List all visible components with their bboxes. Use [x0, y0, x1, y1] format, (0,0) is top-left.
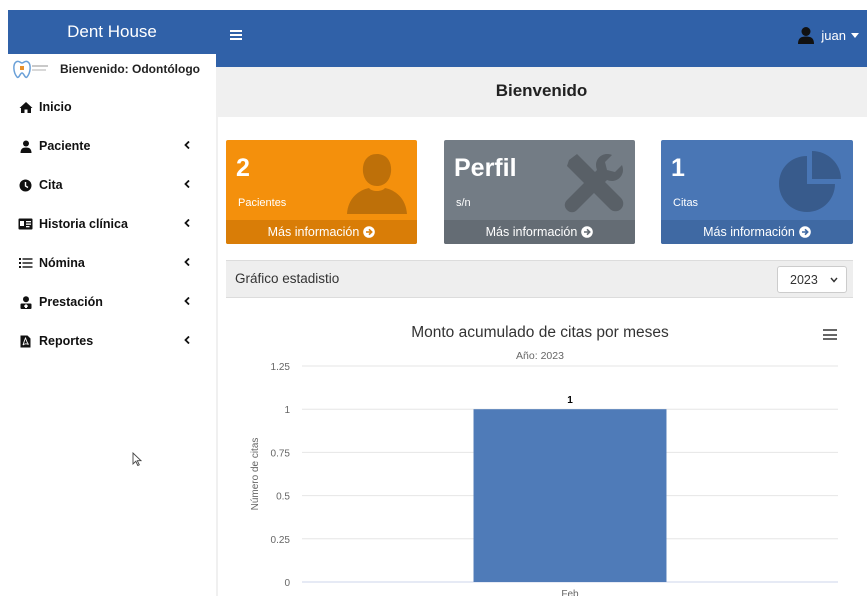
chevron-left-icon: [184, 141, 190, 149]
y-tick-label: 0: [284, 578, 290, 589]
graph-header-title: Gráfico estadistio: [235, 271, 340, 286]
user-name: juan: [821, 27, 846, 43]
box-number: 1: [671, 154, 685, 182]
bar-chart: Monto acumulado de citas por meses Año: 2…: [226, 307, 853, 596]
y-tick-label: 1.25: [271, 362, 291, 373]
home-icon: [18, 100, 33, 114]
y-axis-label: Número de citas: [250, 438, 261, 511]
user-icon: [347, 154, 407, 214]
tools-icon: [564, 154, 624, 213]
y-tick-label: 0.75: [271, 448, 291, 459]
chevron-down-icon: [830, 277, 838, 283]
chevron-left-icon: [184, 258, 190, 266]
chart-svg: Monto acumulado de citas por meses Año: 2…: [250, 324, 838, 596]
y-tick-label: 0.5: [276, 492, 290, 503]
bar-feb[interactable]: [473, 409, 667, 582]
chart-subtitle: Año: 2023: [516, 350, 564, 362]
caret-down-icon: [851, 32, 859, 38]
year-select[interactable]: 2023: [777, 266, 847, 293]
year-select-value: 2023: [790, 272, 818, 287]
sidebar-item-label: Historia clínica: [39, 217, 128, 231]
more-label: Más información: [485, 225, 578, 239]
arrow-circle-right-icon: [799, 226, 811, 238]
chevron-left-icon: [184, 336, 190, 344]
mas-informacion-link[interactable]: Más información: [444, 220, 635, 244]
mas-informacion-link[interactable]: Más información: [661, 220, 853, 244]
chevron-left-icon: [184, 180, 190, 188]
user-icon: [798, 27, 815, 44]
x-tick-label: Feb: [561, 589, 579, 596]
arrow-circle-right-icon: [581, 226, 594, 238]
page-title: Bienvenido: [495, 81, 588, 100]
perfil-box: Perfil s/n Más información: [444, 140, 635, 244]
box-label: s/n: [456, 197, 471, 209]
file-pdf-icon: [18, 334, 33, 348]
chevron-left-icon: [184, 297, 190, 305]
sidebar-item-cita[interactable]: Cita: [18, 178, 194, 192]
hamburger-menu-icon[interactable]: [230, 30, 242, 40]
sidebar-item-label: Nómina: [39, 256, 85, 270]
chart-menu-icon[interactable]: [823, 329, 837, 340]
box-number: 2: [236, 154, 250, 182]
sidebar-item-reportes[interactable]: Reportes: [18, 334, 194, 348]
sidebar-item-paciente[interactable]: Paciente: [18, 139, 194, 153]
box-label: Citas: [673, 197, 699, 209]
main-content: Bienvenido 2 Pacientes Más información P…: [216, 67, 867, 596]
arrow-circle-right-icon: [363, 226, 376, 238]
chevron-left-icon: [184, 219, 190, 227]
pacientes-box: 2 Pacientes Más información: [226, 140, 417, 244]
pie-chart-icon: [779, 151, 841, 212]
mouse-cursor-icon: [132, 452, 142, 467]
box-number: Perfil: [454, 154, 517, 182]
sidebar-item-nomina[interactable]: Nómina: [18, 256, 194, 270]
user-menu[interactable]: juan: [797, 26, 859, 44]
chart-title: Monto acumulado de citas por meses: [411, 324, 669, 341]
sidebar-item-label: Cita: [39, 178, 63, 192]
more-label: Más información: [703, 225, 795, 239]
hospital-user-icon: [18, 295, 33, 309]
dashboard-panel: 2 Pacientes Más información Perfil s/n M…: [218, 117, 867, 596]
sidebar-welcome: Bienvenido: Odontólogo: [12, 58, 200, 80]
more-label: Más información: [267, 225, 360, 239]
sidebar-item-prestacion[interactable]: Prestación: [18, 295, 194, 309]
dent-house-logo: [12, 58, 52, 80]
sidebar-item-label: Paciente: [39, 139, 91, 153]
data-label: 1: [567, 395, 573, 406]
user-icon: [18, 139, 33, 153]
welcome-text: Bienvenido: Odontólogo: [60, 62, 200, 76]
graph-header: Gráfico estadistio 2023: [226, 260, 853, 298]
id-card-icon: [18, 217, 33, 231]
y-tick-label: 1: [284, 405, 290, 416]
y-tick-label: 0.25: [271, 535, 291, 546]
sidebar-item-historia-clinica[interactable]: Historia clínica: [18, 217, 194, 231]
sidebar: Bienvenido: Odontólogo Inicio Paciente C…: [8, 54, 204, 596]
box-label: Pacientes: [238, 197, 287, 209]
citas-box: 1 Citas Más información: [661, 140, 853, 244]
sidebar-item-label: Prestación: [39, 295, 103, 309]
sidebar-item-label: Inicio: [39, 100, 72, 114]
brand-title[interactable]: Dent House: [8, 10, 216, 54]
top-navbar: juan: [216, 10, 867, 67]
sidebar-item-label: Reportes: [39, 334, 94, 348]
mas-informacion-link[interactable]: Más información: [226, 220, 417, 244]
sidebar-item-inicio[interactable]: Inicio: [18, 100, 194, 114]
list-icon: [18, 256, 33, 270]
clock-icon: [18, 178, 33, 192]
